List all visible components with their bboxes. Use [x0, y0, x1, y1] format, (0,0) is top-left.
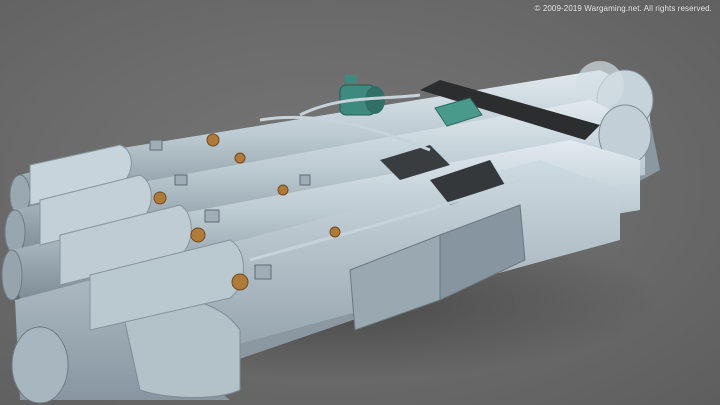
launcher-illustration — [0, 61, 660, 404]
copyright-watermark: © 2009-2019 Wargaming.net. All rights re… — [534, 4, 712, 13]
teal-motor — [339, 75, 385, 116]
torpedo-launcher-render: © 2009-2019 Wargaming.net. All rights re… — [0, 0, 720, 405]
